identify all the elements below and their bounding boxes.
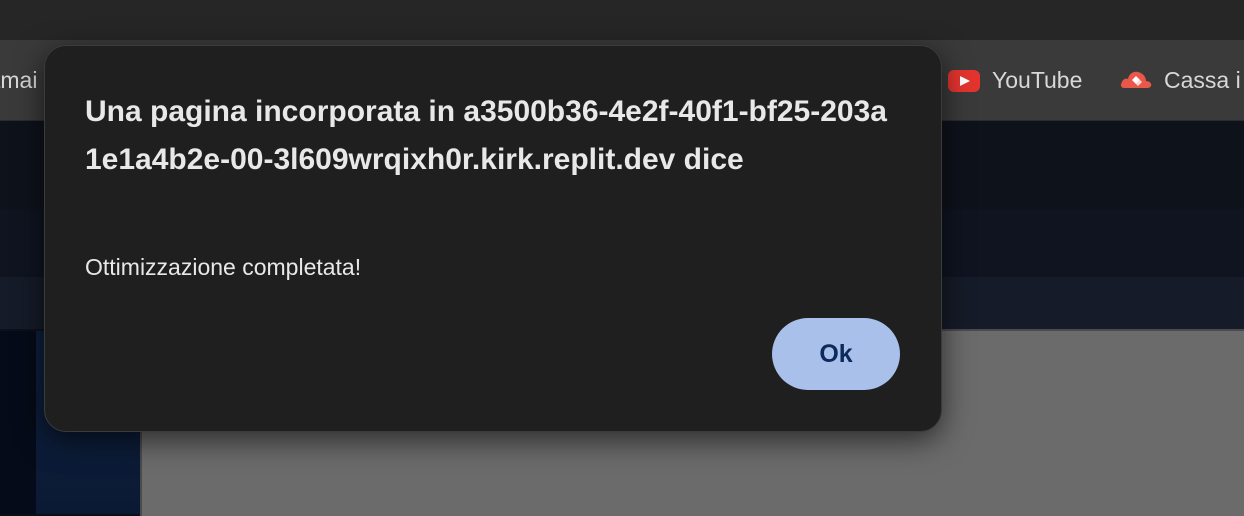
page-left-edge — [0, 331, 36, 514]
bookmark-item-partial[interactable]: tmai — [0, 62, 40, 98]
dialog-message: Ottimizzazione completata! — [85, 254, 362, 280]
dialog-title: Una pagina incorporata in a3500b36-4e2f-… — [85, 95, 887, 176]
ok-button[interactable]: Ok — [772, 318, 900, 390]
bookmark-item-youtube[interactable]: YouTube — [992, 62, 1082, 98]
browser-tab-strip — [0, 0, 1244, 40]
alert-dialog: Una pagina incorporata in a3500b36-4e2f-… — [44, 45, 942, 432]
bookmark-item-cassa[interactable]: Cassa i — [1164, 62, 1244, 98]
youtube-icon — [948, 70, 980, 92]
cassa-icon — [1120, 71, 1152, 88]
